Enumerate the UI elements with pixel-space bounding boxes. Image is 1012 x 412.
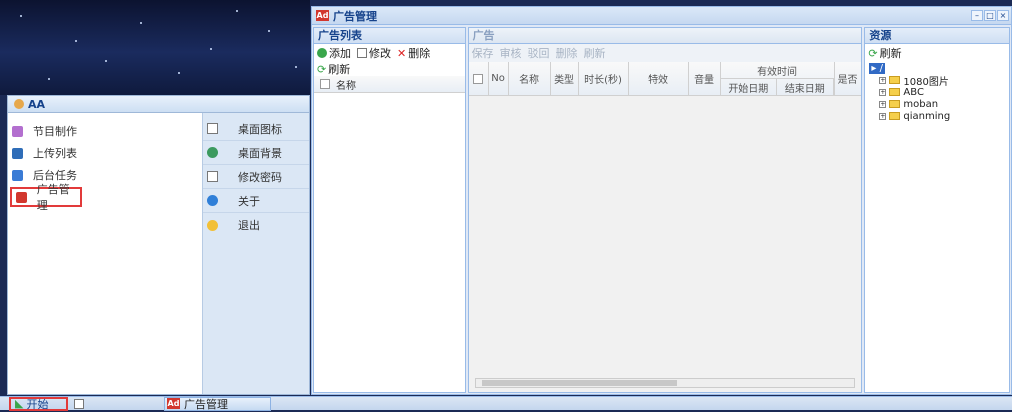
refresh-icon: ⟳ [868,46,878,60]
maximize-button[interactable]: □ [984,10,996,21]
tree-folder-moban[interactable]: + moban [869,98,1009,110]
edit-icon [207,171,218,182]
bulb-icon [207,219,218,231]
expand-icon[interactable]: + [879,76,887,84]
menu-item-desktop-icons[interactable]: 桌面图标 [203,117,309,141]
tree-folder-abc[interactable]: + ABC [869,86,1009,98]
add-button[interactable]: 添加 [317,45,351,61]
edit-icon[interactable] [74,398,84,409]
folder-icon [889,88,901,96]
menu-item-program[interactable]: 节目制作 [8,121,202,141]
menu-item-ad-management[interactable]: 广告管理 [10,183,82,212]
ad-grid-header: No 名称 类型 时长(秒) 特效 音量 有效时间 开始日期 结束日期 是否 [468,62,862,96]
edit-button[interactable]: 修改 [357,45,391,61]
ad-list-header: 广告列表 [314,28,465,44]
menu-item-about[interactable]: 关于 [203,189,309,213]
close-button[interactable]: × [997,10,1009,21]
minimize-button[interactable]: – [971,10,983,21]
select-all-checkbox[interactable] [473,73,484,84]
horizontal-scrollbar[interactable] [474,378,856,388]
expand-icon[interactable]: + [879,100,887,108]
menu-item-change-password[interactable]: 修改密码 [203,165,309,189]
menu-item-desktop-background[interactable]: 桌面背景 [203,141,309,165]
info-icon [207,195,218,206]
start-button[interactable]: ◣ 开始 [9,396,68,411]
menu-item-upload-list[interactable]: 上传列表 [8,143,202,163]
desktop-background [0,0,310,95]
start-menu-header: AA [8,96,309,113]
ad-list-panel: 广告列表 添加 修改 ✕ 删除 ⟳ 刷新 名称 [313,27,466,393]
edit-icon [207,123,218,134]
ad-icon: Ad [167,398,180,409]
menu-item-logout[interactable]: 退出 [203,213,309,237]
refresh-button[interactable]: ⟳ 刷新 [317,61,350,77]
tree-folder-1080[interactable]: +1080图片 [869,74,1009,88]
refresh-icon: ⟳ [317,62,327,76]
reject-button[interactable]: 驳回 [528,45,550,61]
ad-icon: Ad [316,10,329,21]
start-menu: AA 节目制作 上传列表 后台任务 广告管理 桌面图标 桌面背景 修改密码 关于… [7,95,310,395]
program-icon [12,125,23,137]
start-icon: ◣ [15,397,24,410]
tasks-icon [12,169,23,181]
window-titlebar[interactable]: Ad 广告管理 [312,7,1011,25]
user-name: AA [28,97,46,111]
scrollbar-thumb[interactable] [481,380,677,386]
upload-icon [12,147,23,159]
folder-open-icon: ▸ [871,62,877,74]
edit-icon [357,48,367,58]
resources-panel: 资源 ⟳ 刷新 ▸ / +1080图片 + ABC + moban + qianming [864,27,1010,393]
window-title: 广告管理 [333,9,377,23]
gear-icon [207,147,218,158]
approve-button[interactable]: 审核 [500,45,522,61]
user-icon [14,99,24,109]
delete-icon: ✕ [397,46,407,60]
expand-icon[interactable]: + [879,112,887,120]
taskbar: ◣ 开始 Ad 广告管理 [0,396,1012,411]
folder-icon [889,100,901,108]
resources-header: 资源 [865,28,1009,44]
valid-period-group: 有效时间 开始日期 结束日期 [720,62,835,95]
expand-icon[interactable]: + [879,88,887,96]
delete-button[interactable]: 删除 [556,45,578,61]
refresh-button[interactable]: ⟳ 刷新 [868,45,901,61]
folder-icon [889,76,901,84]
ad-management-window: Ad 广告管理 – □ × 广告列表 添加 修改 ✕删除 ⟳刷新 名称 广告 [311,6,1012,395]
taskbar-item-ad-management[interactable]: Ad 广告管理 [164,396,271,411]
ad-list-column-header: 名称 [314,76,465,93]
ad-panel-header: 广告 [468,28,862,44]
add-icon [317,48,327,58]
folder-icon [889,112,901,120]
ad-detail-panel: 广告 保存 审核 驳回 删除 刷新 No 名称 类型 时长(秒) 特效 音量 有… [467,27,863,393]
refresh-button[interactable]: 刷新 [584,45,606,61]
ad-icon [16,191,27,203]
delete-button[interactable]: ✕ 删除 [397,45,430,61]
select-all-checkbox[interactable] [320,79,330,89]
save-button[interactable]: 保存 [472,45,494,61]
tree-folder-qianming[interactable]: + qianming [869,110,1009,122]
